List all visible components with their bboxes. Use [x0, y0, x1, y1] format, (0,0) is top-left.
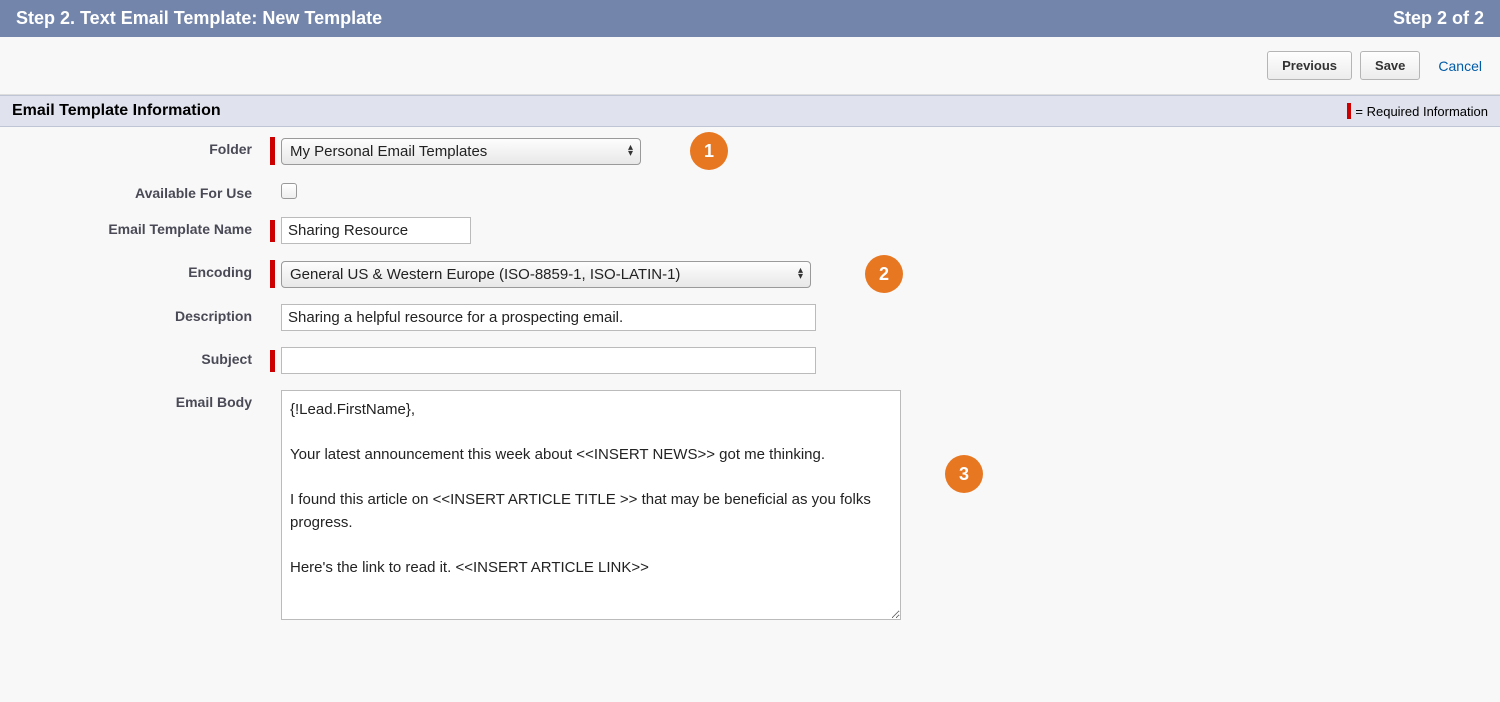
cancel-link[interactable]: Cancel	[1438, 58, 1482, 74]
folder-label: Folder	[0, 137, 270, 157]
required-indicator-icon	[270, 350, 275, 372]
name-row: Email Template Name	[0, 217, 1500, 244]
body-textarea[interactable]	[281, 390, 901, 620]
required-legend-text: = Required Information	[1355, 104, 1488, 119]
name-label: Email Template Name	[0, 217, 270, 237]
required-indicator-icon	[270, 137, 275, 165]
encoding-select[interactable]: General US & Western Europe (ISO-8859-1,…	[281, 261, 811, 288]
description-input[interactable]	[281, 304, 816, 331]
name-input[interactable]	[281, 217, 471, 244]
available-row: Available For Use	[0, 181, 1500, 201]
subject-input[interactable]	[281, 347, 816, 374]
description-label: Description	[0, 304, 270, 324]
step-header: Step 2. Text Email Template: New Templat…	[0, 0, 1500, 37]
body-label: Email Body	[0, 390, 270, 410]
required-legend: = Required Information	[1347, 103, 1488, 119]
subject-label: Subject	[0, 347, 270, 367]
required-indicator-icon	[270, 220, 275, 242]
available-label: Available For Use	[0, 181, 270, 201]
form-area: Folder My Personal Email Templates ▴▾ 1 …	[0, 127, 1500, 646]
encoding-label: Encoding	[0, 260, 270, 280]
section-header: Email Template Information = Required In…	[0, 95, 1500, 127]
callout-3: 3	[945, 455, 983, 493]
description-row: Description	[0, 304, 1500, 331]
callout-1: 1	[690, 132, 728, 170]
folder-row: Folder My Personal Email Templates ▴▾ 1	[0, 137, 1500, 165]
action-buttons: Previous Save Cancel	[0, 37, 1500, 95]
step-indicator: Step 2 of 2	[1393, 8, 1484, 29]
previous-button[interactable]: Previous	[1267, 51, 1352, 80]
save-button[interactable]: Save	[1360, 51, 1420, 80]
encoding-row: Encoding General US & Western Europe (IS…	[0, 260, 1500, 288]
required-indicator-icon	[270, 260, 275, 288]
body-row: Email Body 3	[0, 390, 1500, 620]
subject-row: Subject	[0, 347, 1500, 374]
step-title: Step 2. Text Email Template: New Templat…	[16, 8, 382, 29]
callout-2: 2	[865, 255, 903, 293]
available-checkbox[interactable]	[281, 183, 297, 199]
folder-select[interactable]: My Personal Email Templates	[281, 138, 641, 165]
required-bar-icon	[1347, 103, 1351, 119]
section-title: Email Template Information	[12, 102, 221, 120]
